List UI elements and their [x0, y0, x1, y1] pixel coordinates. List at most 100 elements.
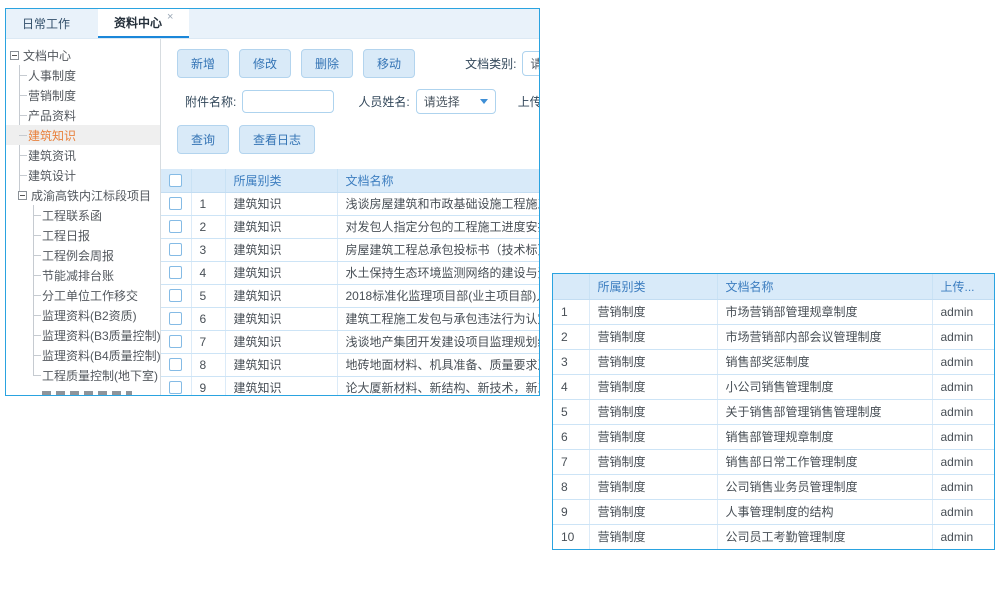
add-button[interactable]: 新增	[177, 49, 229, 78]
row-index: 5	[553, 399, 589, 424]
uploader-cell: admin	[932, 424, 994, 449]
uploader-cell: admin	[932, 399, 994, 424]
doc-name-cell: 地砖地面材料、机具准备、质量要求及...	[337, 353, 539, 376]
person-name-select[interactable]: 请选择	[416, 89, 496, 114]
table-row[interactable]: 3建筑知识房屋建筑工程总承包投标书（技术标）...	[161, 238, 539, 261]
tree-item-label: 工程联系函	[42, 207, 102, 224]
tree-item-label: 营销制度	[28, 87, 76, 104]
doc-category-label: 文档类别:	[465, 55, 516, 72]
row-checkbox[interactable]	[169, 335, 182, 348]
collapse-icon[interactable]	[18, 191, 27, 200]
row-checkbox[interactable]	[169, 243, 182, 256]
row-index: 4	[191, 261, 225, 284]
tree-item-label: 成渝高铁内江标段项目	[31, 187, 151, 204]
documents-table-wrap: 所属别类 文档名称 1建筑知识浅谈房屋建筑和市政基础设施工程施工...2建筑知识…	[161, 169, 539, 395]
tree-item-人事制度[interactable]: 人事制度	[6, 65, 160, 85]
doc-name-cell: 销售部奖惩制度	[717, 349, 932, 374]
table-row[interactable]: 9建筑知识论大厦新材料、新结构、新技术，新工...	[161, 376, 539, 395]
row-checkbox[interactable]	[169, 289, 182, 302]
tree-item-label: 监理资料(B2资质)	[42, 307, 137, 324]
category-cell: 建筑知识	[225, 330, 337, 353]
move-button[interactable]: 移动	[363, 49, 415, 78]
row-checkbox[interactable]	[169, 312, 182, 325]
table-row[interactable]: 7建筑知识浅谈地产集团开发建设项目监理规划编...	[161, 330, 539, 353]
table-row[interactable]: 4营销制度小公司销售管理制度admin	[553, 374, 994, 399]
table-row[interactable]: 6营销制度销售部管理规章制度admin	[553, 424, 994, 449]
select-all-checkbox[interactable]	[169, 174, 182, 187]
attachment-name-input[interactable]	[242, 90, 334, 113]
tree-item-建筑设计[interactable]: 建筑设计	[6, 165, 160, 185]
row-checkbox[interactable]	[169, 358, 182, 371]
uploader-cell: admin	[932, 324, 994, 349]
table-row[interactable]: 1建筑知识浅谈房屋建筑和市政基础设施工程施工...	[161, 192, 539, 215]
tree-item-工程日报[interactable]: 工程日报	[6, 225, 160, 245]
category-cell: 营销制度	[589, 299, 717, 324]
filter-area: 新增 修改 删除 移动 文档类别: 请选择 文档 附件名称:	[161, 39, 539, 169]
category-cell: 营销制度	[589, 399, 717, 424]
table-row[interactable]: 5建筑知识2018标准化监理项目部(业主项目部)人员...	[161, 284, 539, 307]
tree-item-监理资料(B2资质)[interactable]: 监理资料(B2资质)	[6, 305, 160, 325]
row-index: 2	[191, 215, 225, 238]
chevron-down-icon	[480, 99, 488, 104]
category-cell: 营销制度	[589, 474, 717, 499]
tree-item-工程例会周报[interactable]: 工程例会周报	[6, 245, 160, 265]
category-cell: 建筑知识	[225, 261, 337, 284]
doc-name-cell: 公司员工考勤管理制度	[717, 524, 932, 549]
panel-body: 文档中心人事制度营销制度产品资料建筑知识建筑资讯建筑设计成渝高铁内江标段项目工程…	[6, 39, 539, 395]
row-checkbox[interactable]	[169, 381, 182, 394]
row-index: 4	[553, 374, 589, 399]
table-row[interactable]: 8营销制度公司销售业务员管理制度admin	[553, 474, 994, 499]
table-row[interactable]: 1营销制度市场营销部管理规章制度admin	[553, 299, 994, 324]
doc-category-select[interactable]: 请选择	[522, 51, 539, 76]
table-row[interactable]: 9营销制度人事管理制度的结构admin	[553, 499, 994, 524]
doc-name-cell: 浅谈地产集团开发建设项目监理规划编...	[337, 330, 539, 353]
filter-row: 附件名称: 人员姓名: 请选择 上传日期	[177, 89, 539, 114]
tree-item-label: 建筑资讯	[28, 147, 76, 164]
tab-data-center[interactable]: 资料中心 ×	[98, 9, 189, 38]
uploader-cell: admin	[932, 474, 994, 499]
tab-daily-work[interactable]: 日常工作	[6, 9, 86, 38]
tree-item-分工单位工作移交[interactable]: 分工单位工作移交	[6, 285, 160, 305]
tab-close-icon[interactable]: ×	[167, 11, 173, 23]
tree-item-建筑资讯[interactable]: 建筑资讯	[6, 145, 160, 165]
tree-item-成渝高铁内江标段项目[interactable]: 成渝高铁内江标段项目	[6, 185, 160, 205]
row-checkbox[interactable]	[169, 220, 182, 233]
row-index: 9	[553, 499, 589, 524]
tree-item-产品资料[interactable]: 产品资料	[6, 105, 160, 125]
doc-name-cell: 房屋建筑工程总承包投标书（技术标）...	[337, 238, 539, 261]
collapse-icon[interactable]	[10, 51, 19, 60]
table-row[interactable]: 10营销制度公司员工考勤管理制度admin	[553, 524, 994, 549]
row-index: 5	[191, 284, 225, 307]
table-row[interactable]: 5营销制度关于销售部管理销售管理制度admin	[553, 399, 994, 424]
row-index: 9	[191, 376, 225, 395]
tree-item-监理资料(B3质量控制)[interactable]: 监理资料(B3质量控制)	[6, 325, 160, 345]
tree-item-文档中心[interactable]: 文档中心	[6, 45, 160, 65]
tree-item-工程质量控制(地下室)[interactable]: 工程质量控制(地下室)	[6, 365, 160, 385]
view-log-button[interactable]: 查看日志	[239, 125, 315, 154]
table-row[interactable]: 8建筑知识地砖地面材料、机具准备、质量要求及...	[161, 353, 539, 376]
tree-item-监理资料(B4质量控制)[interactable]: 监理资料(B4质量控制)	[6, 345, 160, 365]
row-checkbox[interactable]	[169, 197, 182, 210]
table-row[interactable]: 2建筑知识对发包人指定分包的工程施工进度安排...	[161, 215, 539, 238]
table-row[interactable]: 3营销制度销售部奖惩制度admin	[553, 349, 994, 374]
tree-item-营销制度[interactable]: 营销制度	[6, 85, 160, 105]
tree-item-建筑知识[interactable]: 建筑知识	[6, 125, 160, 145]
tree-item-label: 文档中心	[23, 47, 71, 64]
category-cell: 营销制度	[589, 349, 717, 374]
marketing-table-body: 1营销制度市场营销部管理规章制度admin2营销制度市场营销部内部会议管理制度a…	[553, 299, 994, 549]
row-checkbox[interactable]	[169, 266, 182, 279]
edit-button[interactable]: 修改	[239, 49, 291, 78]
action-row: 查询 查看日志	[177, 125, 539, 154]
search-button[interactable]: 查询	[177, 125, 229, 154]
table-row[interactable]: 4建筑知识水土保持生态环境监测网络的建设与资...	[161, 261, 539, 284]
doc-name-header: 文档名称	[337, 169, 539, 192]
screen: 日常工作 资料中心 × 文档中心人事制度营销制度产品资料建筑知识建筑资讯建筑设计…	[0, 0, 1000, 600]
table-row[interactable]: 2营销制度市场营销部内部会议管理制度admin	[553, 324, 994, 349]
tree-item-节能减排台账[interactable]: 节能减排台账	[6, 265, 160, 285]
tree-item-工程联系函[interactable]: 工程联系函	[6, 205, 160, 225]
row-index: 8	[553, 474, 589, 499]
category-cell: 建筑知识	[225, 238, 337, 261]
table-row[interactable]: 6建筑知识建筑工程施工发包与承包违法行为认定...	[161, 307, 539, 330]
delete-button[interactable]: 删除	[301, 49, 353, 78]
table-row[interactable]: 7营销制度销售部日常工作管理制度admin	[553, 449, 994, 474]
